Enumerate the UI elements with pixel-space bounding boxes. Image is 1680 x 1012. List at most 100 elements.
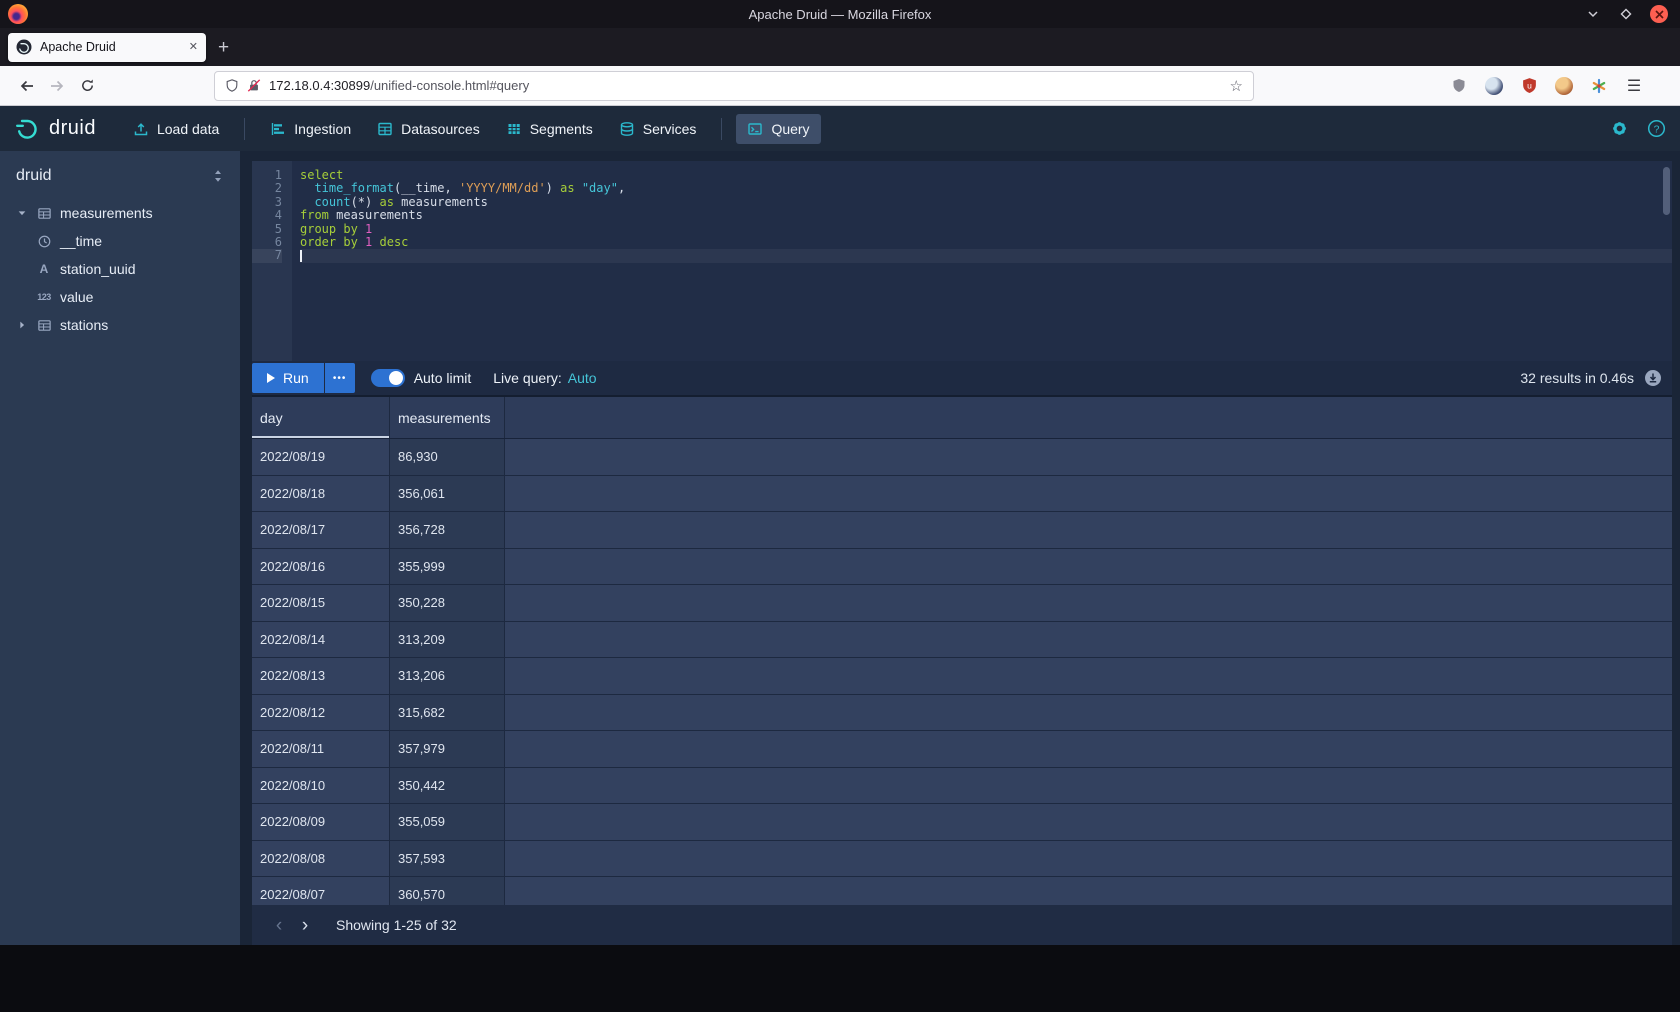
sql-editor[interactable]: 1234567 select time_format(__time, 'YYYY… [252, 161, 1672, 361]
shield-extension-icon[interactable] [1445, 72, 1473, 100]
download-results-icon[interactable] [1644, 369, 1662, 387]
cell-measurements[interactable]: 315,682 [390, 695, 505, 731]
cell-day[interactable]: 2022/08/16 [252, 549, 390, 585]
tree-item-station-uuid[interactable]: A station_uuid [0, 255, 240, 283]
cell-measurements[interactable]: 357,593 [390, 841, 505, 877]
code-line[interactable]: time_format(__time, 'YYYY/MM/dd') as "da… [300, 182, 1672, 195]
url-bar[interactable]: 172.18.0.4:30899/unified-console.html#qu… [214, 71, 1254, 101]
code-token [358, 222, 365, 236]
table-row[interactable]: 2022/08/09355,059 [252, 804, 1672, 841]
table-row[interactable]: 2022/08/07360,570 [252, 877, 1672, 905]
table-row[interactable]: 2022/08/15350,228 [252, 585, 1672, 622]
cell-day[interactable]: 2022/08/09 [252, 804, 390, 840]
double-caret-sort-icon[interactable] [212, 168, 224, 184]
cell-measurements[interactable]: 356,728 [390, 512, 505, 548]
cell-day[interactable]: 2022/08/10 [252, 768, 390, 804]
code-line[interactable]: from measurements [300, 209, 1672, 222]
insecure-lock-icon[interactable] [247, 78, 261, 93]
tree-item-value[interactable]: 123 value [0, 283, 240, 311]
window-minimize-button[interactable] [1584, 5, 1602, 23]
cell-measurements[interactable]: 86,930 [390, 439, 505, 475]
tree-item-measurements[interactable]: measurements [0, 199, 240, 227]
tree-item-stations[interactable]: stations [0, 311, 240, 339]
table-row[interactable]: 2022/08/11357,979 [252, 731, 1672, 768]
cell-measurements[interactable]: 357,979 [390, 731, 505, 767]
editor-code[interactable]: select time_format(__time, 'YYYY/MM/dd')… [292, 161, 1672, 361]
cell-measurements[interactable]: 350,442 [390, 768, 505, 804]
code-line[interactable]: select [300, 169, 1672, 182]
bookmark-star-icon[interactable]: ☆ [1230, 77, 1243, 95]
column-header-day[interactable]: day [252, 397, 390, 438]
nav-services[interactable]: Services [608, 114, 708, 144]
code-token: , [618, 181, 625, 195]
run-button[interactable]: Run [252, 363, 324, 393]
column-header-measurements[interactable]: measurements [390, 397, 505, 438]
editor-scrollbar-thumb[interactable] [1663, 167, 1670, 215]
live-query-value[interactable]: Auto [568, 370, 597, 386]
cell-measurements[interactable]: 313,209 [390, 622, 505, 658]
shield-permissions-icon[interactable] [225, 78, 239, 93]
table-row[interactable]: 2022/08/17356,728 [252, 512, 1672, 549]
window-titlebar[interactable]: Apache Druid — Mozilla Firefox [0, 0, 1680, 28]
cell-measurements[interactable]: 360,570 [390, 877, 505, 905]
previous-page-button[interactable]: ‹ [266, 912, 292, 938]
cell-measurements[interactable]: 350,228 [390, 585, 505, 621]
table-row[interactable]: 2022/08/08357,593 [252, 841, 1672, 878]
settings-gear-icon[interactable] [1610, 119, 1629, 138]
ublock-origin-icon[interactable]: u [1515, 72, 1543, 100]
chevron-down-icon[interactable] [16, 208, 28, 218]
colorful-asterisk-extension-icon[interactable] [1585, 72, 1613, 100]
tree-item-time-column[interactable]: __time [0, 227, 240, 255]
cell-day[interactable]: 2022/08/17 [252, 512, 390, 548]
cell-day[interactable]: 2022/08/07 [252, 877, 390, 905]
new-tab-button[interactable]: + [218, 38, 229, 57]
column-header-filler [505, 397, 1672, 438]
profile-avatar-icon[interactable] [1550, 72, 1578, 100]
next-page-button[interactable]: › [292, 912, 318, 938]
code-line[interactable]: count(*) as measurements [300, 196, 1672, 209]
cell-day[interactable]: 2022/08/13 [252, 658, 390, 694]
table-row[interactable]: 2022/08/18356,061 [252, 476, 1672, 513]
help-icon[interactable]: ? [1647, 119, 1666, 138]
nav-datasources[interactable]: Datasources [366, 114, 491, 144]
browser-tab[interactable]: Apache Druid ✕ [8, 33, 206, 62]
table-row[interactable]: 2022/08/13313,206 [252, 658, 1672, 695]
table-row[interactable]: 2022/08/16355,999 [252, 549, 1672, 586]
window-maximize-button[interactable] [1617, 5, 1635, 23]
cell-measurements[interactable]: 356,061 [390, 476, 505, 512]
nav-load-data[interactable]: Load data [122, 114, 230, 144]
code-line[interactable]: group by 1 [300, 223, 1672, 236]
cell-day[interactable]: 2022/08/19 [252, 439, 390, 475]
back-button[interactable] [12, 71, 42, 101]
cell-measurements[interactable]: 313,206 [390, 658, 505, 694]
forward-button[interactable] [42, 71, 72, 101]
cell-day[interactable]: 2022/08/08 [252, 841, 390, 877]
tab-close-icon[interactable]: ✕ [189, 42, 198, 53]
cell-day[interactable]: 2022/08/15 [252, 585, 390, 621]
cell-day[interactable]: 2022/08/18 [252, 476, 390, 512]
table-row[interactable]: 2022/08/12315,682 [252, 695, 1672, 732]
url-text[interactable]: 172.18.0.4:30899/unified-console.html#qu… [269, 78, 1222, 93]
cell-day[interactable]: 2022/08/12 [252, 695, 390, 731]
chevron-right-icon[interactable] [16, 320, 28, 330]
code-line[interactable] [300, 249, 1672, 262]
table-row[interactable]: 2022/08/1986,930 [252, 439, 1672, 476]
reload-button[interactable] [72, 71, 102, 101]
table-row[interactable]: 2022/08/10350,442 [252, 768, 1672, 805]
run-more-button[interactable]: ••• [325, 363, 355, 393]
brand[interactable]: druid [14, 116, 96, 142]
nav-query[interactable]: Query [736, 114, 820, 144]
cell-day[interactable]: 2022/08/11 [252, 731, 390, 767]
cell-measurements[interactable]: 355,059 [390, 804, 505, 840]
cell-measurements[interactable]: 355,999 [390, 549, 505, 585]
nav-label: Services [643, 121, 697, 137]
cell-day[interactable]: 2022/08/14 [252, 622, 390, 658]
nav-ingestion[interactable]: Ingestion [259, 114, 362, 144]
menu-icon[interactable]: ☰ [1620, 72, 1648, 100]
nav-segments[interactable]: Segments [495, 114, 604, 144]
window-close-button[interactable] [1650, 5, 1668, 23]
auto-limit-toggle[interactable] [371, 369, 405, 387]
avatar-extension-icon[interactable] [1480, 72, 1508, 100]
code-line[interactable]: order by 1 desc [300, 236, 1672, 249]
table-row[interactable]: 2022/08/14313,209 [252, 622, 1672, 659]
